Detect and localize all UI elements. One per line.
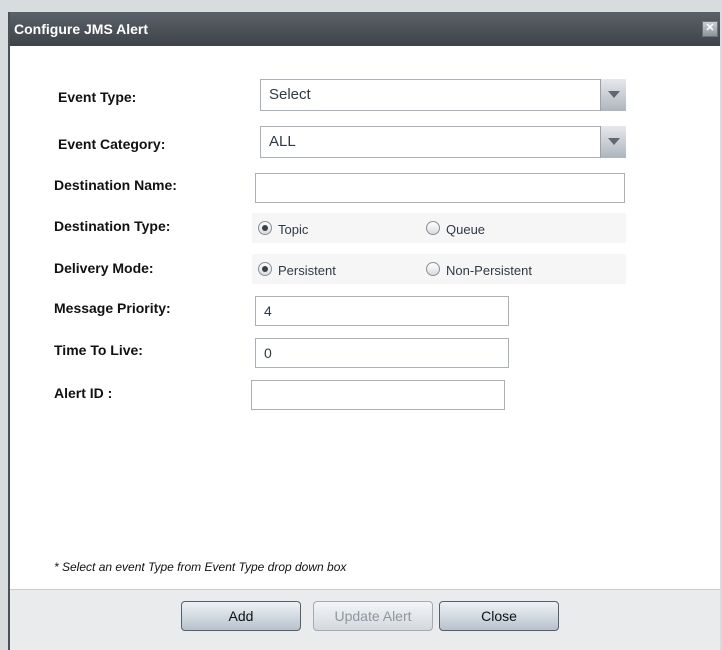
radio-unchecked-icon[interactable] <box>426 221 440 235</box>
destination-name-label: Destination Name: <box>54 177 177 193</box>
alert-id-label: Alert ID : <box>54 385 113 401</box>
delivery-mode-radio-group: Persistent Non-Persistent <box>252 254 626 284</box>
chevron-down-icon[interactable] <box>600 79 626 111</box>
radio-topic-label: Topic <box>278 222 309 237</box>
radio-checked-icon[interactable] <box>258 262 272 276</box>
configure-jms-alert-dialog: Configure JMS Alert ✕ Event Type: Select… <box>8 12 720 650</box>
delivery-mode-label: Delivery Mode: <box>54 260 154 276</box>
destination-type-radio-group: Topic Queue <box>252 213 626 243</box>
radio-unchecked-icon[interactable] <box>426 262 440 276</box>
event-category-select[interactable]: ALL <box>260 126 626 158</box>
radio-checked-icon[interactable] <box>258 221 272 235</box>
dialog-titlebar: Configure JMS Alert ✕ <box>10 12 720 46</box>
radio-persistent[interactable]: Persistent <box>258 262 336 278</box>
radio-queue-label: Queue <box>446 222 486 237</box>
add-button[interactable]: Add <box>181 601 301 631</box>
close-icon[interactable]: ✕ <box>702 21 718 37</box>
dialog-footer: Add Update Alert Close <box>10 589 720 650</box>
radio-persistent-label: Persistent <box>278 263 336 278</box>
event-category-label: Event Category: <box>58 136 166 152</box>
time-to-live-input[interactable]: 0 <box>255 338 509 368</box>
radio-non-persistent-label: Non-Persistent <box>446 263 532 278</box>
event-type-footnote: * Select an event Type from Event Type d… <box>54 560 347 574</box>
event-type-select[interactable]: Select <box>260 79 626 111</box>
alert-id-input[interactable] <box>251 380 505 410</box>
event-type-label: Event Type: <box>58 89 137 105</box>
radio-topic[interactable]: Topic <box>258 221 308 237</box>
event-category-value: ALL <box>269 133 296 150</box>
update-alert-button[interactable]: Update Alert <box>313 601 433 631</box>
time-to-live-label: Time To Live: <box>54 342 143 358</box>
chevron-down-icon[interactable] <box>600 126 626 158</box>
event-type-value: Select <box>269 86 311 103</box>
destination-name-input[interactable] <box>255 173 625 203</box>
destination-type-label: Destination Type: <box>54 218 171 234</box>
radio-queue[interactable]: Queue <box>426 221 485 237</box>
close-button[interactable]: Close <box>439 601 559 631</box>
message-priority-input[interactable]: 4 <box>255 296 509 326</box>
message-priority-label: Message Priority: <box>54 300 171 316</box>
radio-non-persistent[interactable]: Non-Persistent <box>426 262 532 278</box>
dialog-title: Configure JMS Alert <box>14 21 149 37</box>
